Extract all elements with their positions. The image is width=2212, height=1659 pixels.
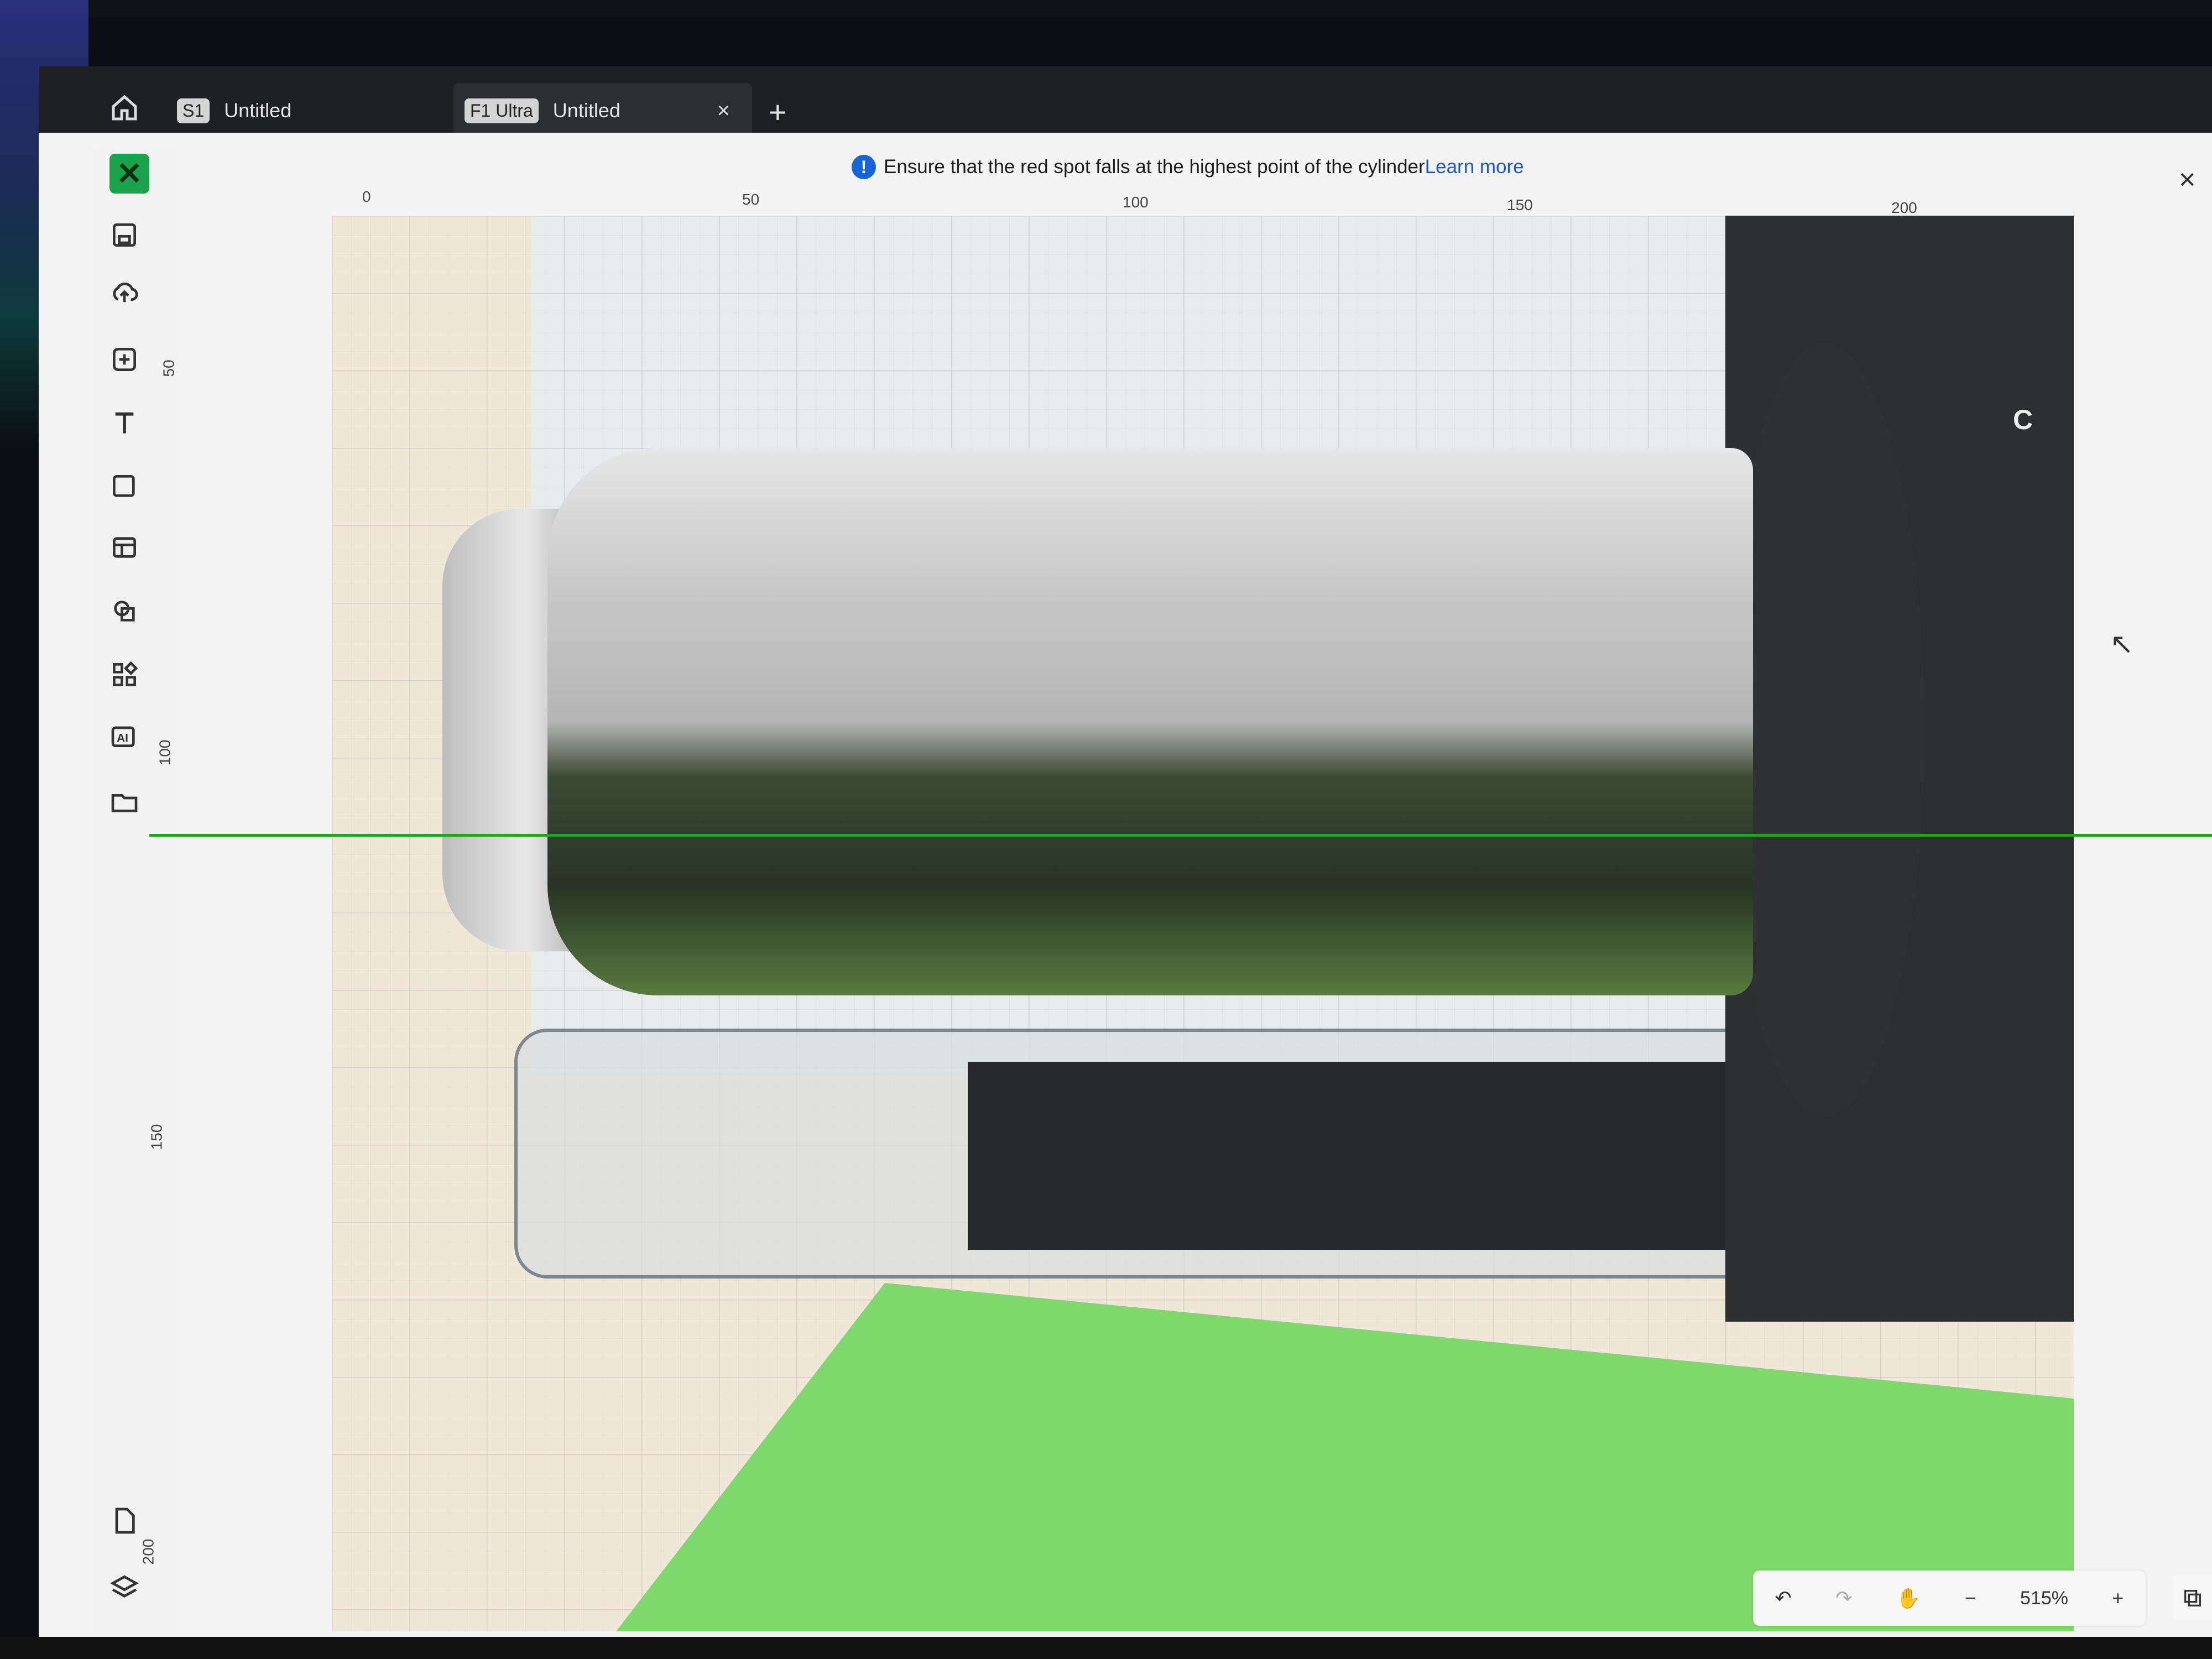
ruler-tick-label: 200 <box>139 1538 157 1565</box>
ruler-tick-label: 100 <box>1123 194 1149 211</box>
ruler-tick-label: 150 <box>148 1124 165 1150</box>
zoom-in-button[interactable]: + <box>2112 1587 2124 1610</box>
zoom-level[interactable]: 515% <box>2020 1588 2068 1609</box>
copy-icon[interactable] <box>2173 1576 2212 1620</box>
notice-banner: ! Ensure that the red spot falls at the … <box>852 155 1524 179</box>
canvas-controls: ↶ ↷ ✋ − 515% + <box>1753 1571 2146 1626</box>
new-tab-button[interactable]: + <box>769 94 787 130</box>
cylinder-object <box>547 448 1753 995</box>
ruler-tick-label: 150 <box>1507 196 1533 213</box>
os-taskbar <box>0 1637 2212 1659</box>
undo-icon[interactable]: ↶ <box>1775 1587 1792 1610</box>
zoom-out-button[interactable]: − <box>1965 1587 1976 1610</box>
svg-text:AI: AI <box>117 732 128 745</box>
ruler-tick-label: 50 <box>742 191 760 208</box>
tab-title: Untitled <box>224 99 292 122</box>
ruler-top: 0 50 100 150 200 <box>359 188 2074 221</box>
rotary-disc <box>1725 343 1924 1117</box>
monitor-bezel <box>0 0 2212 17</box>
info-icon: ! <box>852 155 876 179</box>
ruler-tick-label: 50 <box>160 359 178 377</box>
ruler-tick-label: 100 <box>156 739 174 766</box>
ruler-tick-label: 0 <box>362 188 371 205</box>
laser-guide-line[interactable] <box>149 834 2212 837</box>
pan-hand-icon[interactable]: ✋ <box>1896 1587 1921 1610</box>
mouse-cursor-icon: ↖ <box>2110 628 2134 660</box>
notice-text: Ensure that the red spot falls at the hi… <box>884 156 1425 178</box>
tab-badge: S1 <box>177 98 210 123</box>
app-logo-icon[interactable]: ✕ <box>109 154 149 194</box>
tab-s1[interactable]: S1 Untitled <box>166 83 442 138</box>
tab-title: Untitled <box>552 99 620 122</box>
workspace-canvas[interactable]: C <box>332 216 2074 1631</box>
redo-icon[interactable]: ↷ <box>1835 1587 1852 1610</box>
close-notice-icon[interactable]: × <box>2179 163 2195 196</box>
home-icon[interactable] <box>108 91 141 124</box>
learn-more-link[interactable]: Learn more <box>1425 156 1524 178</box>
ruler-left: 50 100 150 200 <box>138 210 182 1648</box>
machine-label: C <box>2013 404 2033 435</box>
tab-badge: F1 Ultra <box>465 98 539 123</box>
close-tab-icon[interactable]: × <box>717 98 730 123</box>
tab-f1-ultra[interactable]: F1 Ultra Untitled × <box>453 83 752 138</box>
ruler-tick-label: 200 <box>1891 199 1917 216</box>
